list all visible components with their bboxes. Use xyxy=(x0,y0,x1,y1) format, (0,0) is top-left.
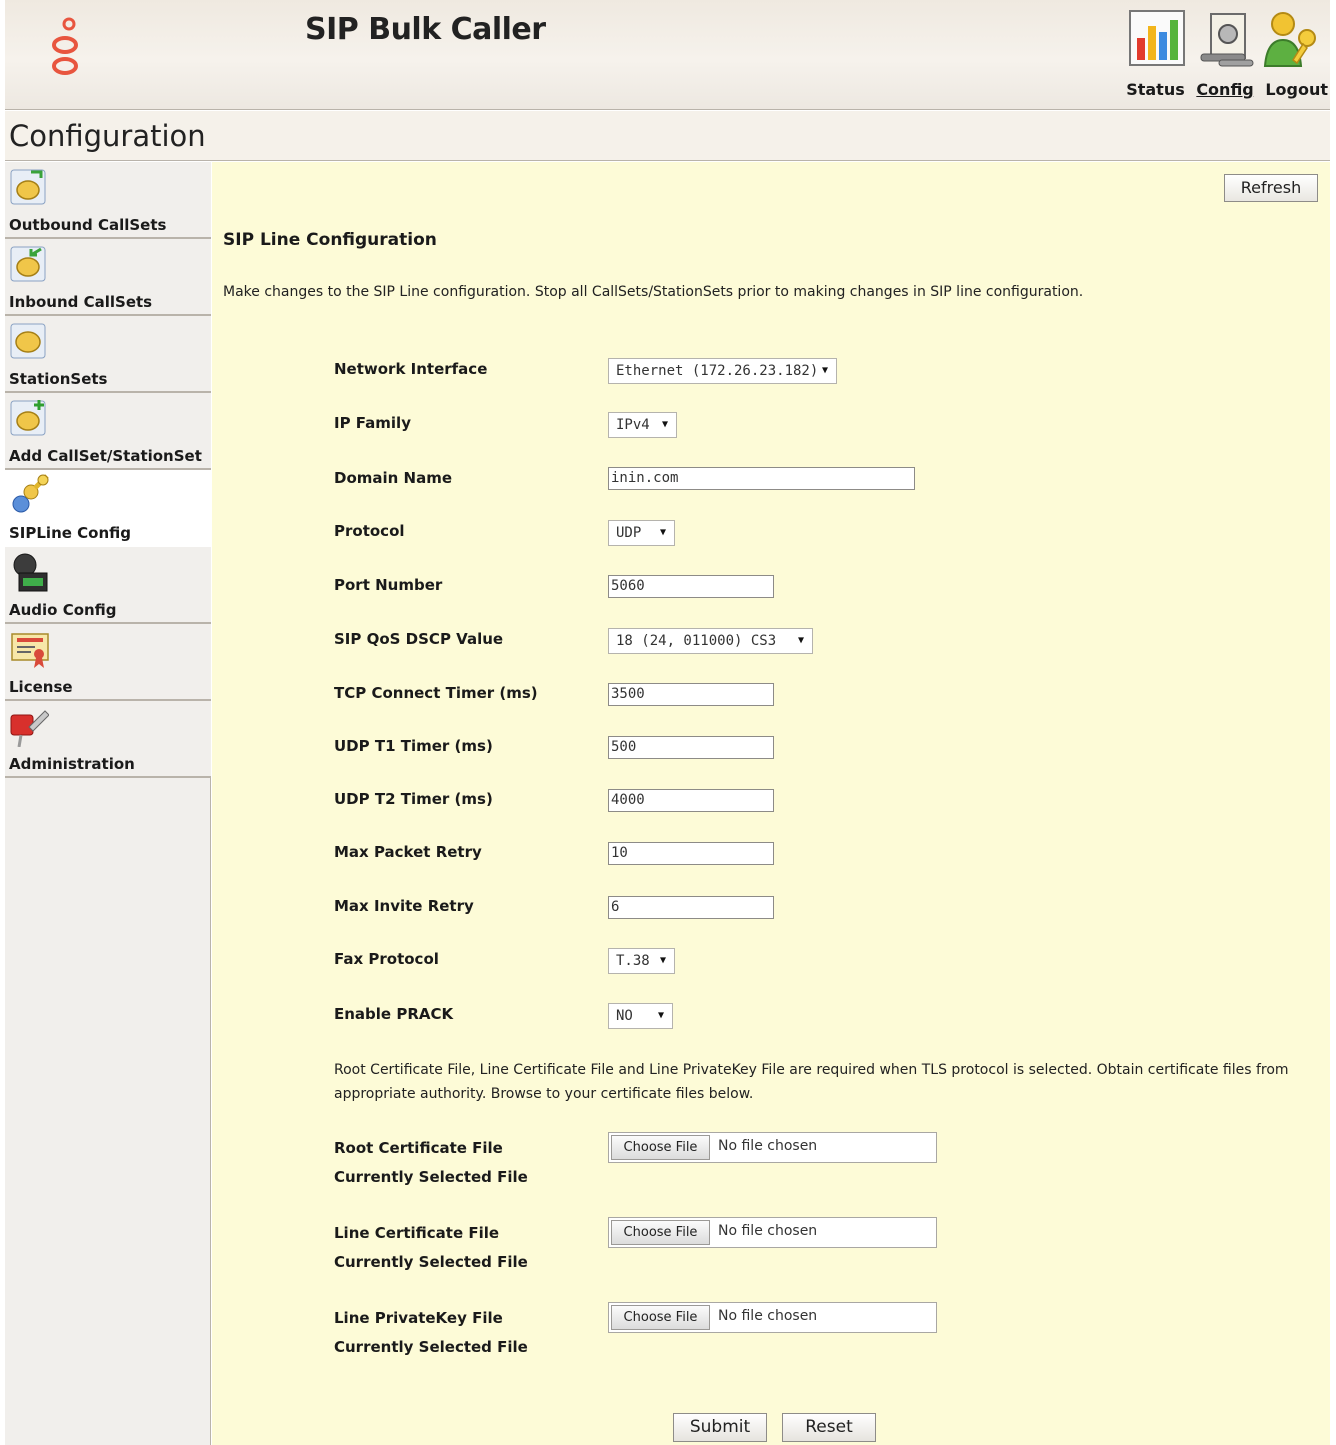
protocol-label: Protocol xyxy=(334,522,405,540)
line-key-label: Line PrivateKey File xyxy=(334,1309,503,1327)
sidebar-item-license[interactable]: License xyxy=(5,624,211,701)
network-interface-value: Ethernet (172.26.23.182) xyxy=(616,363,819,379)
sip-qos-label: SIP QoS DSCP Value xyxy=(334,630,504,648)
app-header: SIP Bulk Caller Status Config Logout xyxy=(5,0,1330,110)
max-packet-retry-label: Max Packet Retry xyxy=(334,843,482,861)
tcp-timer-label: TCP Connect Timer (ms) xyxy=(334,684,538,702)
file-status-text: No file chosen xyxy=(718,1223,818,1239)
chevron-down-icon: ▼ xyxy=(659,955,666,966)
stationsets-icon xyxy=(10,323,46,359)
main-content: Refresh SIP Line Configuration Make chan… xyxy=(212,162,1330,1445)
intro-text: Make changes to the SIP Line configurati… xyxy=(223,284,1084,300)
sidebar-item-sipline-config[interactable]: SIPLine Config xyxy=(5,470,212,547)
chevron-down-icon: ▼ xyxy=(657,1010,664,1021)
app-title: SIP Bulk Caller xyxy=(305,12,546,47)
sidebar-item-administration[interactable]: Administration xyxy=(5,701,211,778)
tcp-timer-input[interactable]: 3500 xyxy=(608,683,774,706)
config-link[interactable]: Config xyxy=(1196,80,1253,99)
file-status-text: No file chosen xyxy=(718,1138,818,1154)
udp-t2-label: UDP T2 Timer (ms) xyxy=(334,790,493,808)
status-chart-icon[interactable] xyxy=(1127,8,1187,70)
max-packet-retry-input[interactable]: 10 xyxy=(608,842,774,865)
file-status-text: No file chosen xyxy=(718,1308,818,1324)
page-title-bar: Configuration xyxy=(5,111,1330,161)
domain-name-label: Domain Name xyxy=(334,469,453,487)
choose-file-button[interactable]: Choose File xyxy=(611,1135,710,1160)
udp-t2-input[interactable]: 4000 xyxy=(608,789,774,812)
add-callset-icon xyxy=(10,400,46,436)
root-cert-selected-label: Currently Selected File xyxy=(334,1168,528,1186)
audio-config-icon xyxy=(13,553,48,592)
protocol-value: UDP xyxy=(616,525,642,541)
sidebar-item-add-callset[interactable]: Add CallSet/StationSet xyxy=(5,393,211,470)
port-number-label: Port Number xyxy=(334,576,443,594)
line-cert-file-input[interactable]: Choose File No file chosen xyxy=(608,1217,937,1248)
max-invite-retry-input[interactable]: 6 xyxy=(608,896,774,919)
sipline-config-icon xyxy=(12,474,49,513)
sidebar-item-audio-config[interactable]: Audio Config xyxy=(5,547,211,624)
refresh-button[interactable]: Refresh xyxy=(1224,174,1318,202)
license-icon xyxy=(11,633,49,668)
sip-qos-value: 18 (24, 011000) CS3 xyxy=(616,633,777,649)
max-invite-retry-label: Max Invite Retry xyxy=(334,897,474,915)
page-title: Configuration xyxy=(9,119,206,153)
sidebar-item-label: StationSets xyxy=(9,370,108,388)
sidebar-item-outbound-callsets[interactable]: Outbound CallSets xyxy=(5,162,211,239)
submit-button[interactable]: Submit xyxy=(673,1413,767,1442)
chevron-down-icon: ▼ xyxy=(659,527,666,538)
outbound-callsets-icon xyxy=(10,169,46,205)
sidebar-item-label: SIPLine Config xyxy=(9,524,131,542)
sidebar-item-label: Administration xyxy=(9,755,135,773)
root-cert-file-input[interactable]: Choose File No file chosen xyxy=(608,1132,937,1163)
sidebar-item-label: Audio Config xyxy=(9,601,117,619)
sidebar-item-label: Add CallSet/StationSet xyxy=(9,447,202,465)
line-cert-label: Line Certificate File xyxy=(334,1224,500,1242)
chevron-down-icon: ▼ xyxy=(797,635,804,646)
enable-prack-label: Enable PRACK xyxy=(334,1005,454,1023)
line-key-file-input[interactable]: Choose File No file chosen xyxy=(608,1302,937,1333)
sidebar-item-label: Outbound CallSets xyxy=(9,216,167,234)
sidebar-item-stationsets[interactable]: StationSets xyxy=(5,316,211,393)
config-tools-icon[interactable] xyxy=(1197,8,1257,70)
root-cert-label: Root Certificate File xyxy=(334,1139,503,1157)
choose-file-button[interactable]: Choose File xyxy=(611,1220,710,1245)
enable-prack-value: NO xyxy=(616,1008,633,1024)
port-number-input[interactable]: 5060 xyxy=(608,575,774,598)
fax-protocol-label: Fax Protocol xyxy=(334,950,439,968)
ip-family-label: IP Family xyxy=(334,414,411,432)
domain-name-input[interactable]: inin.com xyxy=(608,467,915,490)
network-interface-label: Network Interface xyxy=(334,360,488,378)
genesys-logo xyxy=(52,17,78,75)
protocol-select[interactable]: UDP ▼ xyxy=(608,520,675,546)
section-title: SIP Line Configuration xyxy=(223,230,437,250)
logout-user-icon[interactable] xyxy=(1263,8,1323,70)
tls-note: Root Certificate File, Line Certificate … xyxy=(334,1062,1289,1102)
sidebar-item-label: License xyxy=(9,678,73,696)
enable-prack-select[interactable]: NO ▼ xyxy=(608,1003,673,1029)
network-interface-select[interactable]: Ethernet (172.26.23.182) ▼ xyxy=(608,358,837,384)
reset-button[interactable]: Reset xyxy=(782,1413,876,1442)
status-link[interactable]: Status xyxy=(1126,80,1185,99)
udp-t1-label: UDP T1 Timer (ms) xyxy=(334,737,493,755)
header-nav-links: Status Config Logout xyxy=(1120,80,1328,99)
administration-icon xyxy=(10,710,49,747)
logout-link[interactable]: Logout xyxy=(1265,80,1328,99)
fax-protocol-value: T.38 xyxy=(616,953,650,969)
sidebar-item-inbound-callsets[interactable]: Inbound CallSets xyxy=(5,239,211,316)
ip-family-select[interactable]: IPv4 ▼ xyxy=(608,412,677,438)
inbound-callsets-icon xyxy=(10,246,46,282)
ip-family-value: IPv4 xyxy=(616,417,650,433)
chevron-down-icon: ▼ xyxy=(821,365,828,376)
line-key-selected-label: Currently Selected File xyxy=(334,1338,528,1356)
sidebar-item-label: Inbound CallSets xyxy=(9,293,153,311)
chevron-down-icon: ▼ xyxy=(661,419,668,430)
sip-qos-select[interactable]: 18 (24, 011000) CS3 ▼ xyxy=(608,628,813,654)
line-cert-selected-label: Currently Selected File xyxy=(334,1253,528,1271)
choose-file-button[interactable]: Choose File xyxy=(611,1305,710,1330)
sidebar: Outbound CallSets Inbound CallSets Stati… xyxy=(5,162,212,1445)
udp-t1-input[interactable]: 500 xyxy=(608,736,774,759)
fax-protocol-select[interactable]: T.38 ▼ xyxy=(608,948,675,974)
